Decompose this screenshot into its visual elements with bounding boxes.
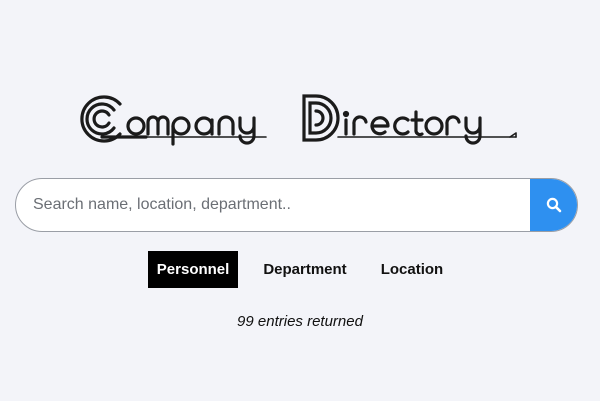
tab-location[interactable]: Location: [372, 251, 453, 288]
company-directory-page: Personnel Department Location 99 entries…: [0, 0, 600, 401]
search-bar: [15, 178, 578, 232]
search-button[interactable]: [530, 179, 577, 231]
search-icon: [546, 197, 561, 213]
entries-count-status: 99 entries returned: [237, 313, 363, 330]
tab-bar: Personnel Department Location: [0, 251, 600, 288]
tab-department[interactable]: Department: [254, 251, 355, 288]
search-input[interactable]: [16, 179, 530, 231]
logo-graphic: [80, 94, 517, 146]
tab-personnel[interactable]: Personnel: [147, 251, 239, 288]
company-directory-logo: [76, 90, 522, 148]
